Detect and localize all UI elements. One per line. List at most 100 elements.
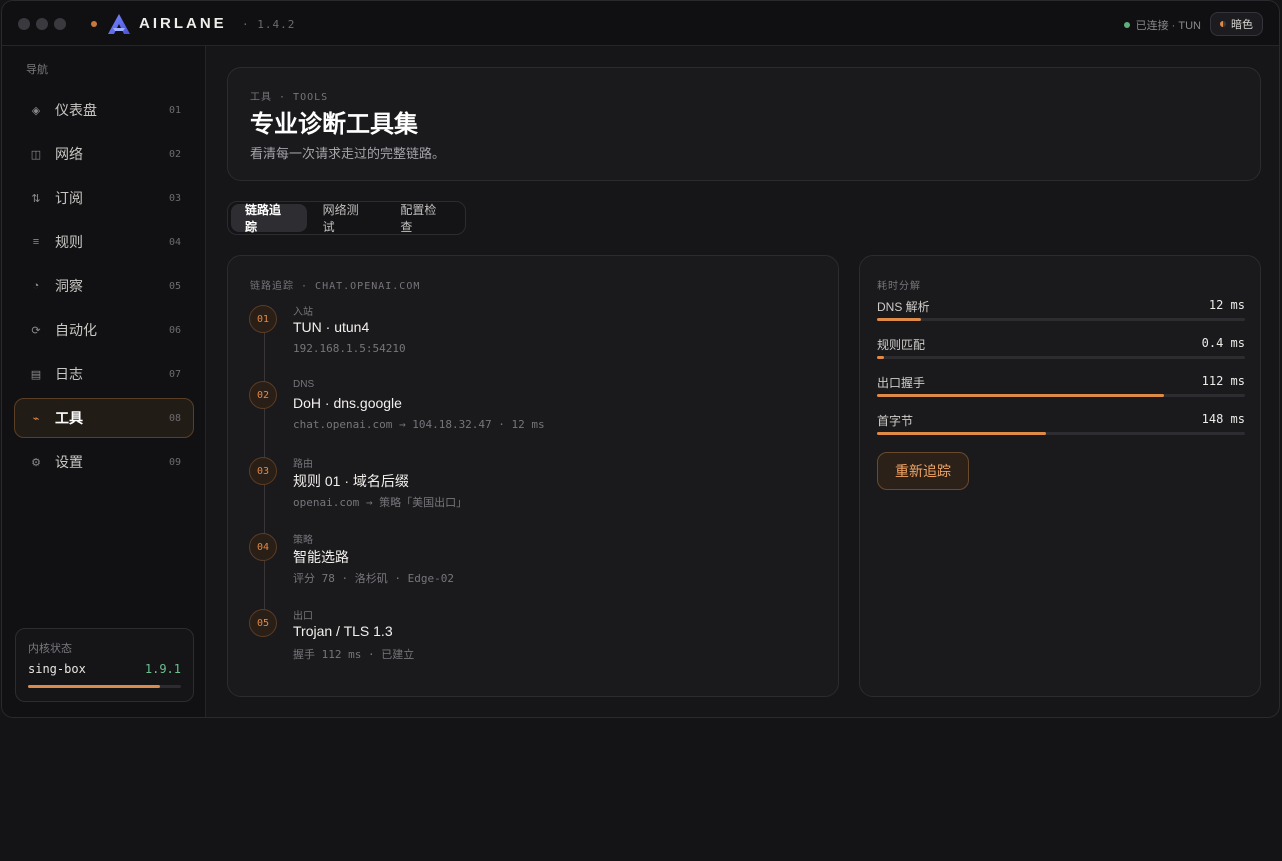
brand-dot-icon xyxy=(91,21,97,27)
timing-bar xyxy=(877,318,1245,321)
step-title: Trojan / TLS 1.3 xyxy=(293,623,393,639)
app-version: · 1.4.2 xyxy=(242,18,296,31)
sidebar-item-4[interactable]: ◔ 洞察 05 xyxy=(14,266,194,306)
timing-bar-fill xyxy=(877,394,1165,397)
step-title: 智能选路 xyxy=(293,549,349,565)
sidebar-item-number: 07 xyxy=(168,368,181,380)
trace-step: 05 出口 Trojan / TLS 1.3 握手 112 ms · 已建立 xyxy=(249,609,809,671)
step-number-badge: 01 xyxy=(249,305,277,333)
sidebar-item-8[interactable]: ⚙ 设置 09 xyxy=(14,442,194,482)
sidebar-item-label: 网络 xyxy=(55,146,83,162)
step-detail: openai.com → 策略「美国出口」 xyxy=(293,496,468,509)
settings-icon: ⚙ xyxy=(31,456,41,469)
step-number-badge: 02 xyxy=(249,381,277,409)
timing-bar xyxy=(877,432,1245,435)
sidebar: 导航 ◈ 仪表盘 01 ◫ 网络 02 ⇅ 订阅 03 ≡ 规则 04 ◔ 洞察 05 ⟳ 自动化 06 ▤ 日志 07… xyxy=(2,46,206,717)
sidebar-item-number: 03 xyxy=(168,192,181,204)
kernel-status-card: 内核状态 sing-box 1.9.1 xyxy=(15,628,194,702)
timing-row: 出口握手 112 ms xyxy=(877,374,1245,404)
sidebar-item-2[interactable]: ⇅ 订阅 03 xyxy=(14,178,194,218)
timing-value: 112 ms xyxy=(1201,374,1245,388)
sidebar-item-number: 04 xyxy=(168,236,181,248)
step-detail: chat.openai.com → 104.18.32.47 · 12 ms xyxy=(293,418,545,431)
status-dot-icon xyxy=(1123,22,1130,28)
step-detail: 评分 78 · 洛杉矶 · Edge-02 xyxy=(293,572,454,585)
timing-label: DNS 解析 xyxy=(877,300,930,314)
trace-eyebrow: 链路追踪 · CHAT.OPENAI.COM xyxy=(250,281,421,292)
minimize-window-button[interactable] xyxy=(36,18,48,30)
app-window: AIRLANE · 1.4.2 已连接 · TUN 暗色 导航 ◈ 仪表盘 01 ◫ 网… xyxy=(1,0,1280,718)
step-kind: 路由 xyxy=(293,459,313,470)
sidebar-item-label: 设置 xyxy=(55,454,83,470)
theme-toggle-button[interactable]: 暗色 xyxy=(1210,12,1263,36)
timing-bar xyxy=(877,394,1245,397)
insight-icon: ◔ xyxy=(32,280,40,292)
network-icon: ◫ xyxy=(30,148,42,161)
tab-trace[interactable]: 链路追踪 xyxy=(231,203,307,234)
step-title: TUN · utun4 xyxy=(293,319,370,335)
sidebar-heading: 导航 xyxy=(26,64,48,76)
sidebar-item-5[interactable]: ⟳ 自动化 06 xyxy=(14,310,194,350)
sidebar-item-3[interactable]: ≡ 规则 04 xyxy=(14,222,194,262)
sidebar-item-label: 订阅 xyxy=(55,190,83,206)
kernel-name: sing-box xyxy=(28,662,86,676)
timing-bar-fill xyxy=(877,318,922,321)
automation-icon: ⟳ xyxy=(31,324,41,337)
step-kind: 入站 xyxy=(293,307,313,318)
trace-step: 03 路由规则 01 · 域名后缀 openai.com → 策略「美国出口」 xyxy=(249,457,809,519)
sidebar-item-label: 仪表盘 xyxy=(55,102,97,118)
step-title: DoH · dns.google xyxy=(293,395,402,411)
timing-eyebrow: 耗时分解 xyxy=(877,281,921,292)
timing-value: 148 ms xyxy=(1201,412,1245,426)
sidebar-item-7[interactable]: ⌁ 工具 08 xyxy=(14,398,194,438)
retrace-button[interactable]: 重新追踪 xyxy=(877,452,969,490)
kernel-version: 1.9.1 xyxy=(144,662,181,676)
tab-config-check[interactable]: 配置检查 xyxy=(386,203,462,234)
sidebar-item-number: 01 xyxy=(168,104,181,116)
tool-tabs: 链路追踪 网络测试 配置检查 xyxy=(227,201,466,235)
page-header-card: 工具 · TOOLS 专业诊断工具集 看清每一次请求走过的完整链路。 xyxy=(227,67,1261,181)
sidebar-item-number: 02 xyxy=(168,148,181,160)
timing-label: 规则匹配 xyxy=(877,338,926,352)
theme-icon xyxy=(1220,21,1226,27)
sidebar-item-label: 自动化 xyxy=(55,322,97,338)
sidebar-item-label: 洞察 xyxy=(55,278,83,294)
kernel-progress-fill xyxy=(28,685,160,688)
timing-row: 规则匹配 0.4 ms xyxy=(877,336,1245,366)
timing-bar-fill xyxy=(877,432,1047,435)
timing-card: 耗时分解 DNS 解析 12 ms 规则匹配 0.4 ms 出口握手 112 ms 首字节 1… xyxy=(859,255,1261,697)
step-kind: 出口 xyxy=(293,611,313,622)
airlane-logo-icon xyxy=(108,14,130,34)
sidebar-item-6[interactable]: ▤ 日志 07 xyxy=(14,354,194,394)
kernel-progress-bar xyxy=(28,685,181,688)
timing-value: 12 ms xyxy=(1208,298,1245,312)
step-number-badge: 03 xyxy=(249,457,277,485)
step-detail: 握手 112 ms · 已建立 xyxy=(293,648,415,661)
connection-status: 已连接 · TUN xyxy=(1123,17,1201,33)
close-window-button[interactable] xyxy=(18,18,30,30)
theme-toggle-label: 暗色 xyxy=(1231,19,1253,31)
trace-step: 04 策略 智能选路 评分 78 · 洛杉矶 · Edge-02 xyxy=(249,533,809,595)
sidebar-item-1[interactable]: ◫ 网络 02 xyxy=(14,134,194,174)
maximize-window-button[interactable] xyxy=(54,18,66,30)
sidebar-item-number: 08 xyxy=(168,412,181,424)
timing-bar-fill xyxy=(877,356,885,359)
trace-step: 02 DNS DoH · dns.google chat.openai.com → 1… xyxy=(249,379,809,443)
step-title: 规则 01 · 域名后缀 xyxy=(293,473,409,489)
step-kind: 策略 xyxy=(293,535,313,546)
sidebar-item-label: 日志 xyxy=(55,366,83,382)
tab-network-test[interactable]: 网络测试 xyxy=(309,203,385,234)
connection-status-text: 已连接 · TUN xyxy=(1135,20,1201,32)
timing-label: 首字节 xyxy=(877,414,914,428)
timing-row: 首字节 148 ms xyxy=(877,412,1245,442)
trace-step: 01 入站 TUN · utun4 192.168.1.5:54210 xyxy=(249,305,809,367)
log-icon: ▤ xyxy=(30,368,42,381)
step-kind: DNS xyxy=(293,379,315,390)
timing-value: 0.4 ms xyxy=(1201,336,1245,350)
sidebar-item-0[interactable]: ◈ 仪表盘 01 xyxy=(14,90,194,130)
rules-icon: ≡ xyxy=(32,236,40,248)
timing-row: DNS 解析 12 ms xyxy=(877,298,1245,328)
subscription-icon: ⇅ xyxy=(31,192,41,205)
tools-icon: ⌁ xyxy=(32,412,40,425)
timing-bar xyxy=(877,356,1245,359)
